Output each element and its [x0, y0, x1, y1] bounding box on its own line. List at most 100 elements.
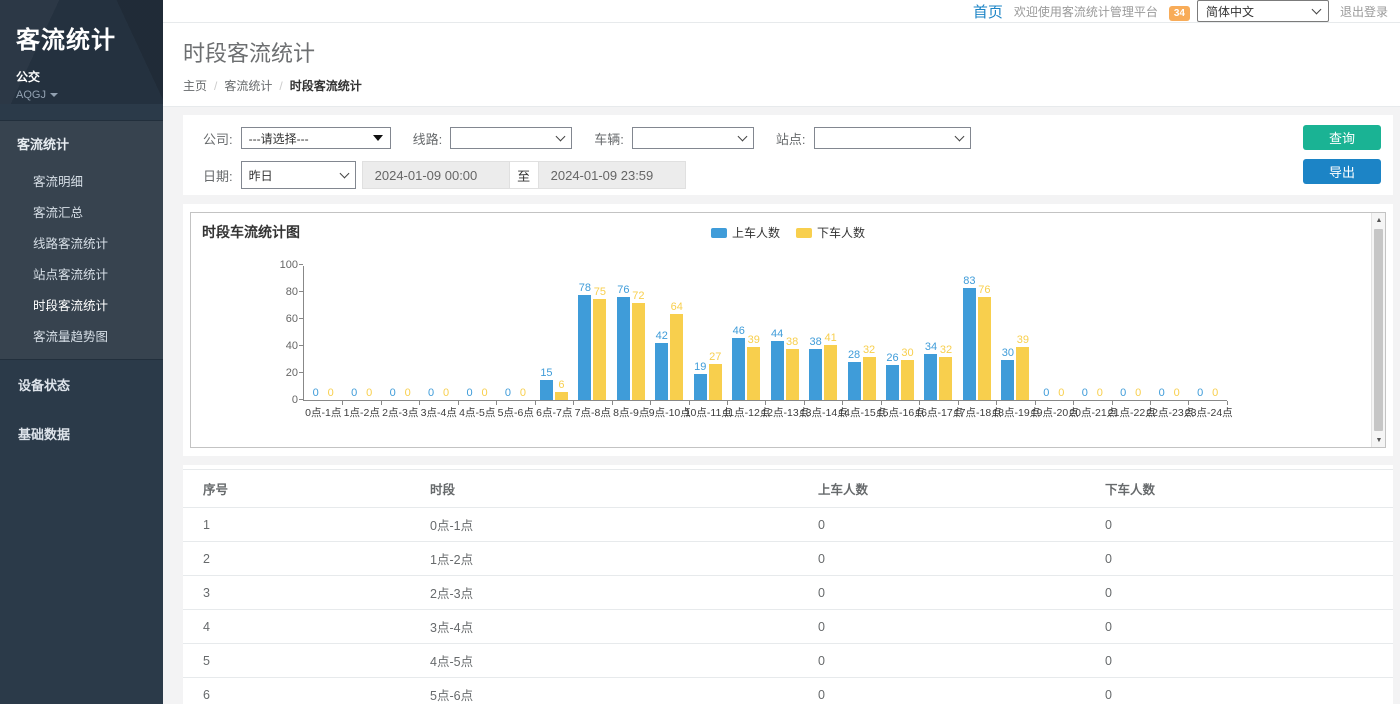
- home-link[interactable]: 首页: [973, 1, 1003, 22]
- bar-group: 4438: [765, 266, 803, 400]
- x-axis-label: 7点-8点: [574, 405, 613, 420]
- bar-alighting: 30: [901, 348, 914, 401]
- y-axis-tick-label: 40: [262, 340, 298, 352]
- query-button[interactable]: 查询: [1303, 125, 1381, 150]
- x-axis-label: 13点-14点: [805, 405, 844, 420]
- org-name: 公交: [16, 68, 147, 85]
- user-name: AQGJ: [16, 89, 46, 101]
- scroll-up-arrow[interactable]: ▲: [1372, 213, 1386, 227]
- brand-area: 客流统计 公交 AQGJ: [0, 0, 163, 104]
- y-axis-tick: [299, 318, 303, 319]
- bar-value-label: 78: [579, 283, 591, 294]
- bar-alighting: 38: [786, 337, 799, 400]
- bar-alighting: 0: [1093, 388, 1106, 400]
- date-preset-value: 昨日: [249, 167, 273, 184]
- bar-boarding: 76: [617, 285, 630, 400]
- bar-value-label: 0: [481, 388, 487, 399]
- bar-group: 00: [1188, 266, 1226, 400]
- sidebar-subitem-1[interactable]: 客流汇总: [0, 196, 163, 227]
- bar-value-label: 39: [1017, 335, 1029, 346]
- bar-rect-alighting: [978, 297, 991, 400]
- user-dropdown[interactable]: AQGJ: [16, 89, 147, 101]
- bar-value-label: 72: [632, 291, 644, 302]
- table-col-header-2: 上车人数: [798, 470, 1085, 508]
- bar-group: 00: [1112, 266, 1150, 400]
- vehicle-select[interactable]: [632, 127, 754, 149]
- export-button[interactable]: 导出: [1303, 159, 1381, 184]
- bar-group: 8376: [958, 266, 996, 400]
- y-axis-tick-label: 80: [262, 286, 298, 298]
- topbar: 首页 欢迎使用客流统计管理平台 34 简体中文 退出登录: [163, 0, 1400, 23]
- page-title: 时段客流统计: [183, 36, 1400, 68]
- company-select[interactable]: ---请选择---: [241, 127, 391, 149]
- legend-label-alighting: 下车人数: [817, 224, 865, 241]
- sidebar-subitem-3[interactable]: 站点客流统计: [0, 258, 163, 289]
- chevron-down-icon: [737, 132, 747, 142]
- date-range-separator: 至: [510, 161, 538, 189]
- x-axis-label: 10点-11点: [689, 405, 728, 420]
- bar-rect-boarding: [578, 295, 591, 400]
- bar-rect-alighting: [901, 360, 914, 401]
- bar-alighting: 0: [1055, 388, 1068, 400]
- bar-boarding: 42: [655, 331, 668, 400]
- x-axis-label-text: 6点-7点: [536, 405, 572, 420]
- bar-group: 156: [535, 266, 573, 400]
- chart-legend: 上车人数 下车人数: [711, 224, 865, 241]
- bar-group: 00: [496, 266, 534, 400]
- date-to-input[interactable]: 2024-01-09 23:59: [538, 161, 686, 189]
- bar-alighting: 39: [1016, 335, 1029, 400]
- sidebar-subitem-4[interactable]: 时段客流统计: [0, 289, 163, 320]
- breadcrumb-item-1[interactable]: 客流统计: [224, 77, 272, 94]
- date-from-input[interactable]: 2024-01-09 00:00: [362, 161, 510, 189]
- table-row: 43点-4点00: [183, 610, 1393, 644]
- chart-title: 时段车流统计图: [202, 222, 300, 242]
- table-row: 10点-1点00: [183, 508, 1393, 542]
- x-axis-label: 18点-19点: [997, 405, 1036, 420]
- bar-value-label: 32: [940, 345, 952, 356]
- bar-value-label: 42: [656, 331, 668, 342]
- station-select[interactable]: [814, 127, 971, 149]
- chevron-down-icon: [1312, 5, 1322, 15]
- line-select[interactable]: [450, 127, 572, 149]
- date-preset-select[interactable]: 昨日: [241, 161, 356, 189]
- table-row: 32点-3点00: [183, 576, 1393, 610]
- scrollbar-thumb[interactable]: [1374, 229, 1383, 431]
- sidebar-subitem-2[interactable]: 线路客流统计: [0, 227, 163, 258]
- bar-boarding: 38: [809, 337, 822, 400]
- bar-value-label: 0: [313, 388, 319, 399]
- x-axis-label-text: 1点-2点: [344, 405, 380, 420]
- x-axis-label: 20点-21点: [1074, 405, 1113, 420]
- sidebar-subitem-0[interactable]: 客流明细: [0, 165, 163, 196]
- bar-value-label: 0: [443, 388, 449, 399]
- bar-value-label: 27: [709, 352, 721, 363]
- breadcrumb-item-0[interactable]: 主页: [183, 77, 207, 94]
- x-axis-label: 3点-4点: [420, 405, 459, 420]
- legend-item-boarding: 上车人数: [711, 224, 780, 241]
- bar-alighting: 32: [863, 345, 876, 400]
- station-label: 站点:: [776, 129, 806, 148]
- sidebar-item-top-0[interactable]: 设备状态: [0, 360, 163, 409]
- nav-group-passenger-stats: 客流统计 客流明细客流汇总线路客流统计站点客流统计时段客流统计客流量趋势图: [0, 120, 163, 360]
- bar-value-label: 0: [1174, 388, 1180, 399]
- x-axis-label-text: 5点-6点: [498, 405, 534, 420]
- table-cell-3: 0: [1085, 542, 1393, 576]
- language-select[interactable]: 简体中文: [1197, 0, 1329, 22]
- logout-link[interactable]: 退出登录: [1340, 3, 1388, 20]
- scroll-down-arrow[interactable]: ▼: [1372, 433, 1386, 447]
- table-header-row: 序号时段上车人数下车人数: [183, 470, 1393, 508]
- hourly-stats-table: 序号时段上车人数下车人数 10点-1点0021点-2点0032点-3点0043点…: [183, 469, 1393, 704]
- bar-rect-alighting: [863, 357, 876, 400]
- sidebar-item-passenger-stats[interactable]: 客流统计: [0, 121, 163, 165]
- bar-rect-boarding: [655, 343, 668, 400]
- bar-rect-alighting: [786, 349, 799, 400]
- content: 公司: ---请选择--- 线路: 车辆: 站点:: [163, 107, 1400, 704]
- bar-group: 7875: [573, 266, 611, 400]
- x-axis-label-text: 4点-5点: [459, 405, 495, 420]
- bar-alighting: 0: [440, 388, 453, 400]
- y-axis-tick-label: 20: [262, 367, 298, 379]
- sidebar-subitem-5[interactable]: 客流量趋势图: [0, 320, 163, 351]
- x-axis-label: 22点-23点: [1151, 405, 1190, 420]
- x-axis-label: 5点-6点: [497, 405, 536, 420]
- breadcrumb-separator: /: [279, 79, 282, 93]
- sidebar-item-top-1[interactable]: 基础数据: [0, 409, 163, 458]
